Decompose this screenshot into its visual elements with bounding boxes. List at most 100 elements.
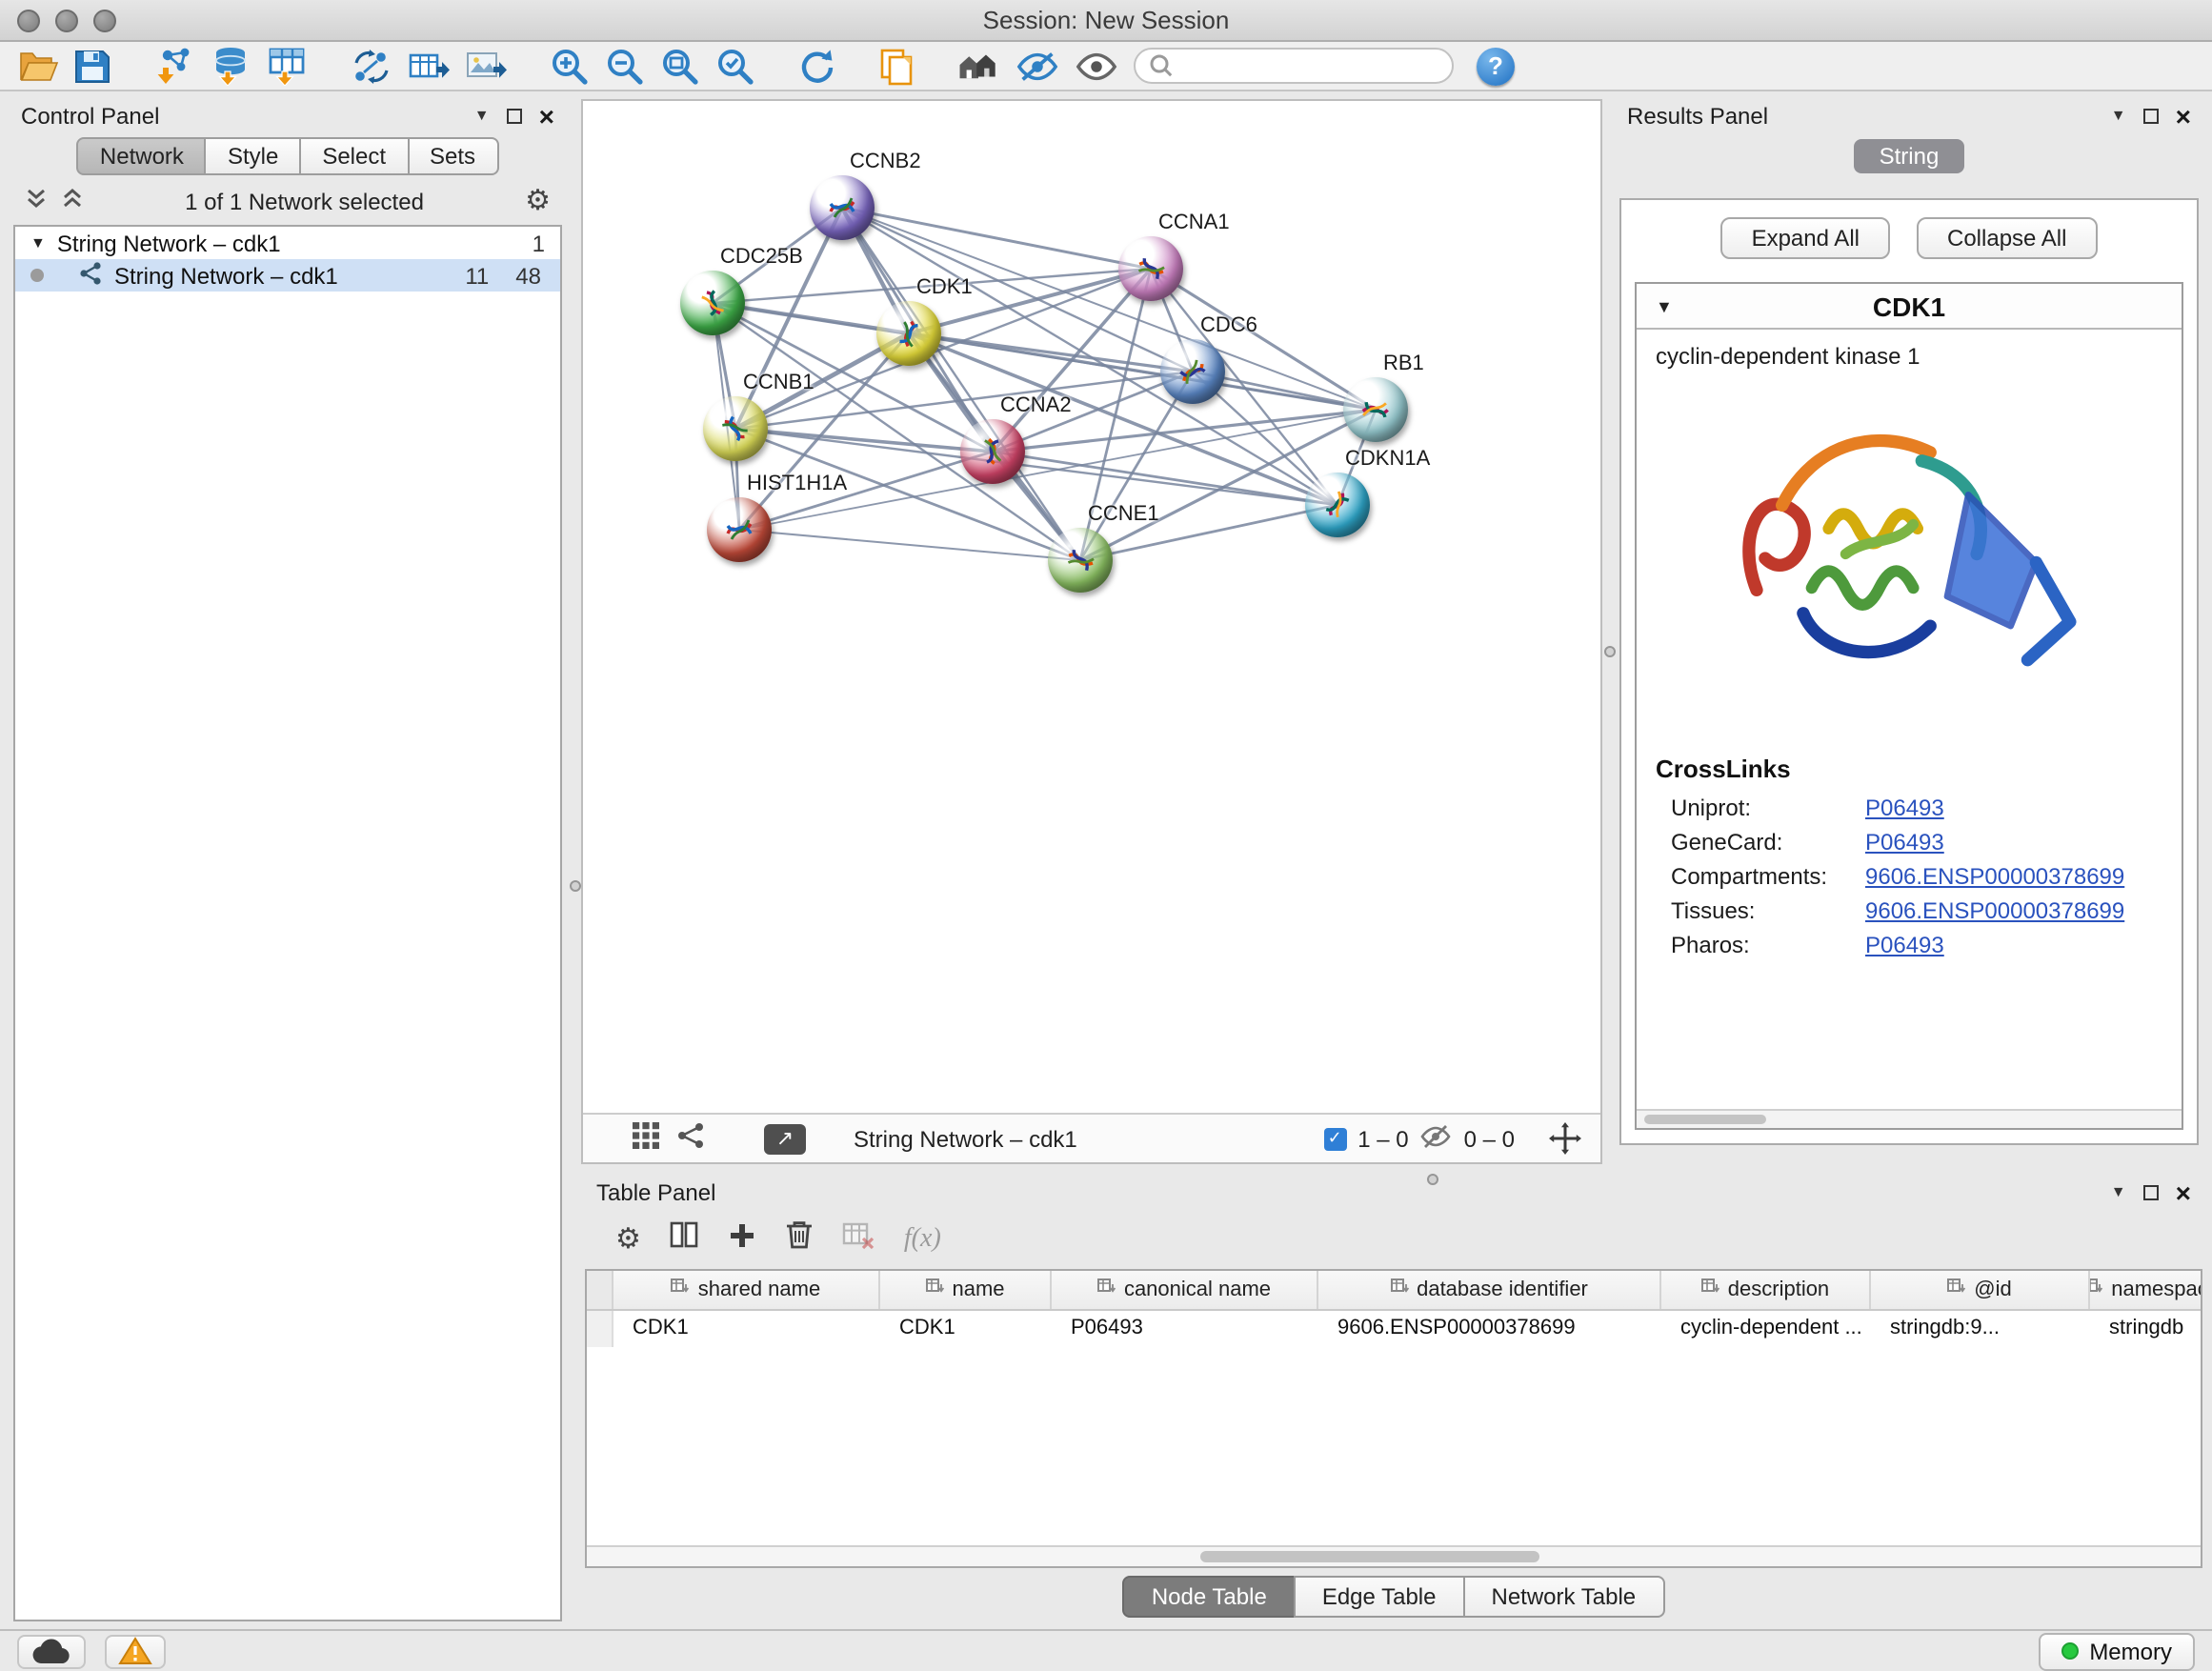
import-network-file-icon[interactable]: [152, 45, 194, 87]
close-panel-icon[interactable]: ×: [2176, 103, 2191, 130]
crosslink-link[interactable]: 9606.ENSP00000378699: [1865, 863, 2124, 890]
splitter-handle[interactable]: [1427, 1174, 1438, 1185]
network-node-ccna2[interactable]: CCNA2: [960, 419, 1025, 484]
zoom-window-button[interactable]: [93, 10, 116, 32]
zoom-fit-icon[interactable]: [659, 45, 699, 87]
gear-icon[interactable]: ⚙: [525, 187, 551, 215]
detach-view-button[interactable]: ↗: [764, 1123, 806, 1154]
protein-thumbnail: [1311, 478, 1364, 532]
float-panel-icon[interactable]: ▼: [2111, 1185, 2126, 1200]
table-horizontal-scrollbar[interactable]: [587, 1545, 2201, 1566]
network-node-ccna1[interactable]: CCNA1: [1118, 236, 1183, 301]
memory-indicator[interactable]: Memory: [2038, 1632, 2195, 1670]
network-row[interactable]: String Network – cdk1 11 48: [15, 259, 560, 292]
network-node-rb1[interactable]: RB1: [1343, 377, 1408, 442]
selected-checkbox-icon[interactable]: ✓: [1323, 1127, 1346, 1150]
maximize-panel-icon[interactable]: [2143, 1185, 2159, 1200]
table-row[interactable]: CDK1CDK1P064939606.ENSP00000378699cyclin…: [587, 1311, 2201, 1347]
tab-select[interactable]: Select: [299, 137, 409, 175]
crosslink-link[interactable]: P06493: [1865, 795, 1944, 821]
network-node-cdc25b[interactable]: CDC25B: [680, 271, 745, 335]
cloud-button[interactable]: [17, 1634, 86, 1668]
network-node-ccnb1[interactable]: CCNB1: [703, 396, 768, 461]
title-bar[interactable]: Session: New Session: [0, 0, 2212, 42]
export-table-icon[interactable]: [408, 45, 450, 87]
network-canvas[interactable]: CCNB2 CCNA1 CDC25B CDK1 CDC6 RB1 CCNB1 CCNA2 CDK…: [583, 101, 1600, 1113]
network-node-cdk1[interactable]: CDK1: [876, 301, 941, 366]
collapse-all-button[interactable]: Collapse All: [1917, 217, 2097, 259]
table-settings-gear-icon[interactable]: ⚙: [615, 1225, 641, 1254]
zoom-out-icon[interactable]: [604, 45, 644, 87]
warning-button[interactable]: [105, 1634, 166, 1668]
save-session-icon[interactable]: [74, 45, 111, 87]
close-window-button[interactable]: [17, 10, 40, 32]
grid-view-icon[interactable]: [633, 1122, 659, 1155]
add-column-plus-icon[interactable]: [729, 1220, 757, 1258]
tab-edge-table[interactable]: Edge Table: [1294, 1576, 1465, 1618]
delete-column-trash-icon[interactable]: [786, 1219, 814, 1259]
tab-network[interactable]: Network: [77, 137, 207, 175]
crosslink-link[interactable]: 9606.ENSP00000378699: [1865, 897, 2124, 924]
column-header-shared-name[interactable]: shared name: [613, 1271, 880, 1309]
minimize-window-button[interactable]: [55, 10, 78, 32]
refresh-layout-icon[interactable]: [796, 45, 836, 87]
maximize-panel-icon[interactable]: [507, 109, 522, 124]
close-panel-icon[interactable]: ×: [539, 103, 554, 130]
column-header-namespac[interactable]: namespac: [2090, 1271, 2202, 1309]
column-header-@id[interactable]: @id: [1871, 1271, 2090, 1309]
hidden-eye-slash-icon[interactable]: [1420, 1123, 1453, 1154]
zoom-in-icon[interactable]: [549, 45, 589, 87]
import-network-database-icon[interactable]: [210, 45, 251, 87]
column-header-canonical-name[interactable]: canonical name: [1052, 1271, 1318, 1309]
maximize-panel-icon[interactable]: [2143, 109, 2159, 124]
network-node-ccne1[interactable]: CCNE1: [1048, 528, 1113, 593]
export-image-icon[interactable]: [465, 45, 507, 87]
export-network-icon[interactable]: [351, 45, 392, 87]
search-input[interactable]: [1134, 48, 1454, 84]
tab-node-table[interactable]: Node Table: [1123, 1576, 1296, 1618]
tab-network-table[interactable]: Network Table: [1463, 1576, 1665, 1618]
crosslink-link[interactable]: P06493: [1865, 932, 1944, 958]
hide-selected-eye-slash-icon[interactable]: [1016, 45, 1059, 87]
network-node-cdc6[interactable]: CDC6: [1160, 339, 1225, 404]
tab-style[interactable]: Style: [205, 137, 301, 175]
collapse-collection-icon[interactable]: ▼: [30, 234, 46, 252]
network-overview-icon[interactable]: [956, 45, 1000, 87]
crosslink-label: Uniprot:: [1671, 795, 1865, 821]
float-panel-icon[interactable]: ▼: [2111, 109, 2126, 124]
splitter-handle[interactable]: [570, 880, 581, 892]
column-header-description[interactable]: description: [1661, 1271, 1871, 1309]
close-panel-icon[interactable]: ×: [2176, 1179, 2191, 1206]
network-share-icon[interactable]: [676, 1122, 705, 1155]
show-columns-icon[interactable]: [670, 1219, 700, 1259]
network-node-cdkn1a[interactable]: CDKN1A: [1305, 473, 1370, 537]
open-session-icon[interactable]: [19, 45, 59, 87]
show-all-eye-icon[interactable]: [1075, 45, 1118, 87]
help-button[interactable]: ?: [1477, 47, 1515, 85]
pan-crosshair-icon[interactable]: [1549, 1122, 1581, 1155]
crosslink-link[interactable]: P06493: [1865, 829, 1944, 856]
scrollbar-thumb[interactable]: [1644, 1115, 1766, 1124]
search-field[interactable]: [1181, 54, 1438, 77]
column-header-database-identifier[interactable]: database identifier: [1318, 1271, 1661, 1309]
scrollbar-thumb[interactable]: [1200, 1551, 1539, 1562]
splitter-handle[interactable]: [1604, 646, 1616, 657]
clone-network-icon[interactable]: [878, 45, 915, 87]
tab-sets[interactable]: Sets: [407, 137, 498, 175]
protein-thumbnail: [1168, 347, 1217, 395]
import-table-icon[interactable]: [267, 45, 309, 87]
protein-thumbnail: [1124, 242, 1177, 295]
expand-all-button[interactable]: Expand All: [1721, 217, 1890, 259]
network-node-hist1h1a[interactable]: HIST1H1A: [707, 497, 772, 562]
network-collection-row[interactable]: ▼ String Network – cdk1 1: [15, 227, 560, 259]
table-cell: stringdb:9...: [1871, 1311, 2090, 1347]
column-header-name[interactable]: name: [880, 1271, 1052, 1309]
results-scrollbar[interactable]: [1637, 1109, 2182, 1128]
zoom-selected-icon[interactable]: [714, 45, 754, 87]
network-node-ccnb2[interactable]: CCNB2: [810, 175, 875, 240]
collapse-all-tree-icon[interactable]: [25, 187, 48, 215]
collapse-entry-icon[interactable]: ▼: [1656, 296, 1673, 315]
tab-string[interactable]: String: [1855, 139, 1964, 173]
float-panel-icon[interactable]: ▼: [474, 109, 490, 124]
expand-all-tree-icon[interactable]: [61, 187, 84, 215]
